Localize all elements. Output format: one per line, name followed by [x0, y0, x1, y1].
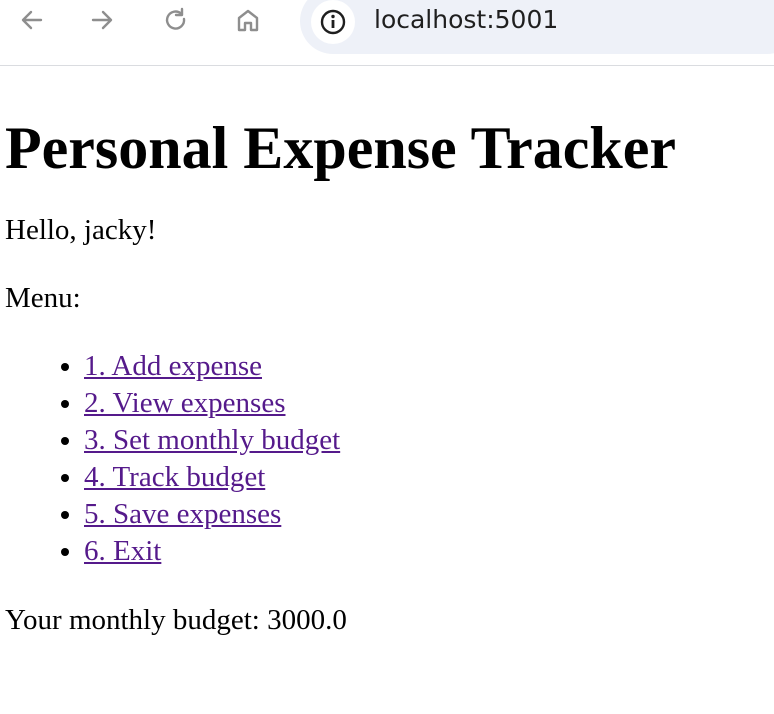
- forward-button[interactable]: [84, 2, 120, 38]
- page-content: Personal Expense Tracker Hello, jacky! M…: [0, 67, 774, 638]
- add-expense-link[interactable]: 1. Add expense: [84, 350, 262, 382]
- greeting-text: Hello, jacky!: [5, 214, 157, 246]
- reload-icon: [165, 7, 186, 30]
- menu-item: 2. View expenses: [84, 385, 774, 422]
- menu-item: 1. Add expense: [84, 348, 774, 385]
- menu-item: 6. Exit: [84, 533, 774, 570]
- home-button[interactable]: [230, 2, 266, 38]
- view-expenses-link[interactable]: 2. View expenses: [84, 387, 286, 419]
- browser-toolbar: localhost:5001: [0, 0, 774, 66]
- home-icon: [237, 9, 259, 32]
- site-info-icon: [320, 9, 346, 35]
- track-budget-link[interactable]: 4. Track budget: [84, 461, 265, 493]
- back-arrow-icon: [21, 10, 43, 30]
- set-monthly-budget-link[interactable]: 3. Set monthly budget: [84, 424, 340, 456]
- menu-item: 5. Save expenses: [84, 496, 774, 533]
- page-title: Personal Expense Tracker: [5, 115, 677, 181]
- menu-list: 1. Add expense 2. View expenses 3. Set m…: [5, 348, 774, 570]
- forward-arrow-icon: [91, 10, 113, 30]
- menu-item: 3. Set monthly budget: [84, 422, 774, 459]
- menu-label: Menu:: [5, 282, 81, 314]
- back-button[interactable]: [14, 2, 50, 38]
- monthly-budget-text: Your monthly budget: 3000.0: [5, 604, 347, 636]
- menu-item: 4. Track budget: [84, 459, 774, 496]
- site-info-button[interactable]: [311, 0, 355, 44]
- url-text[interactable]: localhost:5001: [374, 4, 558, 36]
- save-expenses-link[interactable]: 5. Save expenses: [84, 498, 281, 530]
- reload-button[interactable]: [158, 2, 194, 38]
- exit-link[interactable]: 6. Exit: [84, 535, 161, 567]
